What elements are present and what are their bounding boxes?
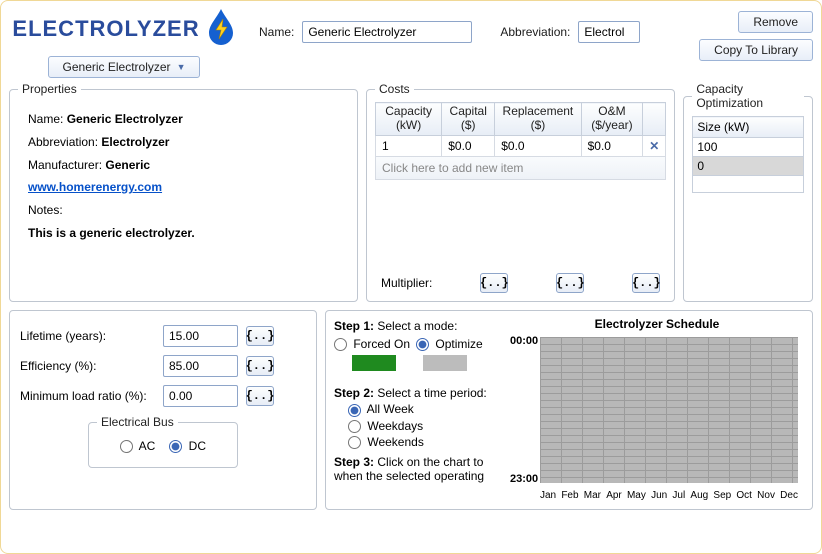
properties-legend: Properties [18, 82, 81, 96]
minload-input[interactable] [163, 385, 238, 407]
step1-label: Step 1: [334, 319, 374, 333]
header: ELECTROLYZER Generic Electrolyzer ▼ Name… [9, 7, 813, 78]
name-input[interactable] [302, 21, 472, 43]
ac-radio[interactable]: AC [120, 439, 155, 453]
schedule-panel: Step 1: Select a mode: Forced On Optimiz… [325, 310, 813, 510]
add-new-item-row[interactable]: Click here to add new item [375, 157, 666, 180]
costs-legend: Costs [375, 82, 414, 96]
col-capacity[interactable]: Capacity (kW) [375, 103, 441, 136]
prop-abbrev-value: Electrolyzer [101, 135, 169, 149]
weekends-radio[interactable]: Weekends [348, 435, 504, 449]
forced-on-radio[interactable]: Forced On [334, 337, 410, 351]
step3-label: Step 3: [334, 455, 374, 469]
lifetime-sensitivity-button[interactable]: {..} [246, 326, 274, 346]
page-title: ELECTROLYZER [12, 16, 199, 42]
name-label: Name: [259, 25, 294, 39]
costs-table[interactable]: Capacity (kW) Capital ($) Replacement ($… [375, 102, 666, 157]
water-drop-lightning-icon [206, 7, 236, 50]
capacity-opt-legend: Capacity Optimization [692, 82, 804, 110]
properties-group: Properties Name: Generic Electrolyzer Ab… [9, 82, 358, 302]
delete-row-icon[interactable]: ✕ [643, 135, 666, 156]
step2-label: Step 2: [334, 386, 374, 400]
optimize-swatch [423, 355, 467, 371]
efficiency-label: Efficiency (%): [20, 359, 155, 373]
minload-sensitivity-button[interactable]: {..} [246, 386, 274, 406]
cell-replacement[interactable]: $0.0 [495, 135, 581, 156]
optimize-radio[interactable]: Optimize [416, 337, 483, 351]
prop-name-label: Name: [28, 112, 63, 126]
chevron-down-icon: ▼ [177, 62, 186, 72]
capacity-optimization-group: Capacity Optimization Size (kW) 100 0 [683, 82, 813, 302]
prop-mfr-value: Generic [105, 158, 150, 172]
abbrev-input[interactable] [578, 21, 640, 43]
capacity-table[interactable]: Size (kW) 100 0 [692, 116, 804, 193]
forced-on-swatch [352, 355, 396, 371]
table-row[interactable] [693, 176, 804, 193]
electrolyzer-panel: ELECTROLYZER Generic Electrolyzer ▼ Name… [0, 0, 822, 554]
efficiency-sensitivity-button[interactable]: {..} [246, 356, 274, 376]
cell-capacity[interactable]: 1 [375, 135, 441, 156]
lifetime-label: Lifetime (years): [20, 329, 155, 343]
component-name-dropdown[interactable]: Generic Electrolyzer ▼ [48, 56, 201, 78]
prop-name-value: Generic Electrolyzer [67, 112, 183, 126]
prop-notes-value: This is a generic electrolyzer. [28, 226, 195, 240]
col-capital[interactable]: Capital ($) [442, 103, 495, 136]
all-week-radio[interactable]: All Week [348, 402, 504, 416]
table-row[interactable]: 0 [693, 157, 804, 176]
cell-om[interactable]: $0.0 [581, 135, 643, 156]
col-replacement[interactable]: Replacement ($) [495, 103, 581, 136]
electrical-bus-legend: Electrical Bus [97, 415, 178, 429]
multiplier-om-button[interactable]: {..} [632, 273, 660, 293]
weekdays-radio[interactable]: Weekdays [348, 419, 504, 433]
multiplier-replacement-button[interactable]: {..} [556, 273, 584, 293]
multiplier-capital-button[interactable]: {..} [480, 273, 508, 293]
remove-button[interactable]: Remove [738, 11, 813, 33]
electrical-bus-group: Electrical Bus AC DC [88, 415, 238, 468]
manufacturer-link[interactable]: www.homerenergy.com [28, 180, 162, 194]
col-om[interactable]: O&M ($/year) [581, 103, 643, 136]
minload-label: Minimum load ratio (%): [20, 389, 155, 403]
multiplier-label: Multiplier: [381, 276, 432, 290]
col-size[interactable]: Size (kW) [693, 117, 804, 138]
chart-title: Electrolyzer Schedule [510, 317, 804, 331]
schedule-chart[interactable]: Electrolyzer Schedule 00:00 23:00 Jan Fe… [510, 317, 804, 503]
prop-abbrev-label: Abbreviation: [28, 135, 98, 149]
dropdown-label: Generic Electrolyzer [63, 60, 171, 74]
step2-text: Select a time period: [377, 386, 486, 400]
chart-grid[interactable] [540, 337, 798, 483]
prop-notes-label: Notes: [28, 203, 63, 217]
efficiency-input[interactable] [163, 355, 238, 377]
table-row[interactable]: 100 [693, 138, 804, 157]
abbrev-label: Abbreviation: [500, 25, 570, 39]
prop-mfr-label: Manufacturer: [28, 158, 102, 172]
x-axis-labels: Jan Feb Mar Apr May Jun Jul Aug Sep Oct … [540, 490, 798, 501]
step1-text: Select a mode: [377, 319, 457, 333]
y-axis-bottom: 23:00 [510, 473, 538, 485]
dc-radio[interactable]: DC [169, 439, 206, 453]
costs-group: Costs Capacity (kW) Capital ($) Replacem… [366, 82, 675, 302]
parameters-panel: Lifetime (years): {..} Efficiency (%): {… [9, 310, 317, 510]
lifetime-input[interactable] [163, 325, 238, 347]
cell-capital[interactable]: $0.0 [442, 135, 495, 156]
copy-to-library-button[interactable]: Copy To Library [699, 39, 813, 61]
table-row[interactable]: 1 $0.0 $0.0 $0.0 ✕ [375, 135, 665, 156]
y-axis-top: 00:00 [510, 335, 538, 347]
